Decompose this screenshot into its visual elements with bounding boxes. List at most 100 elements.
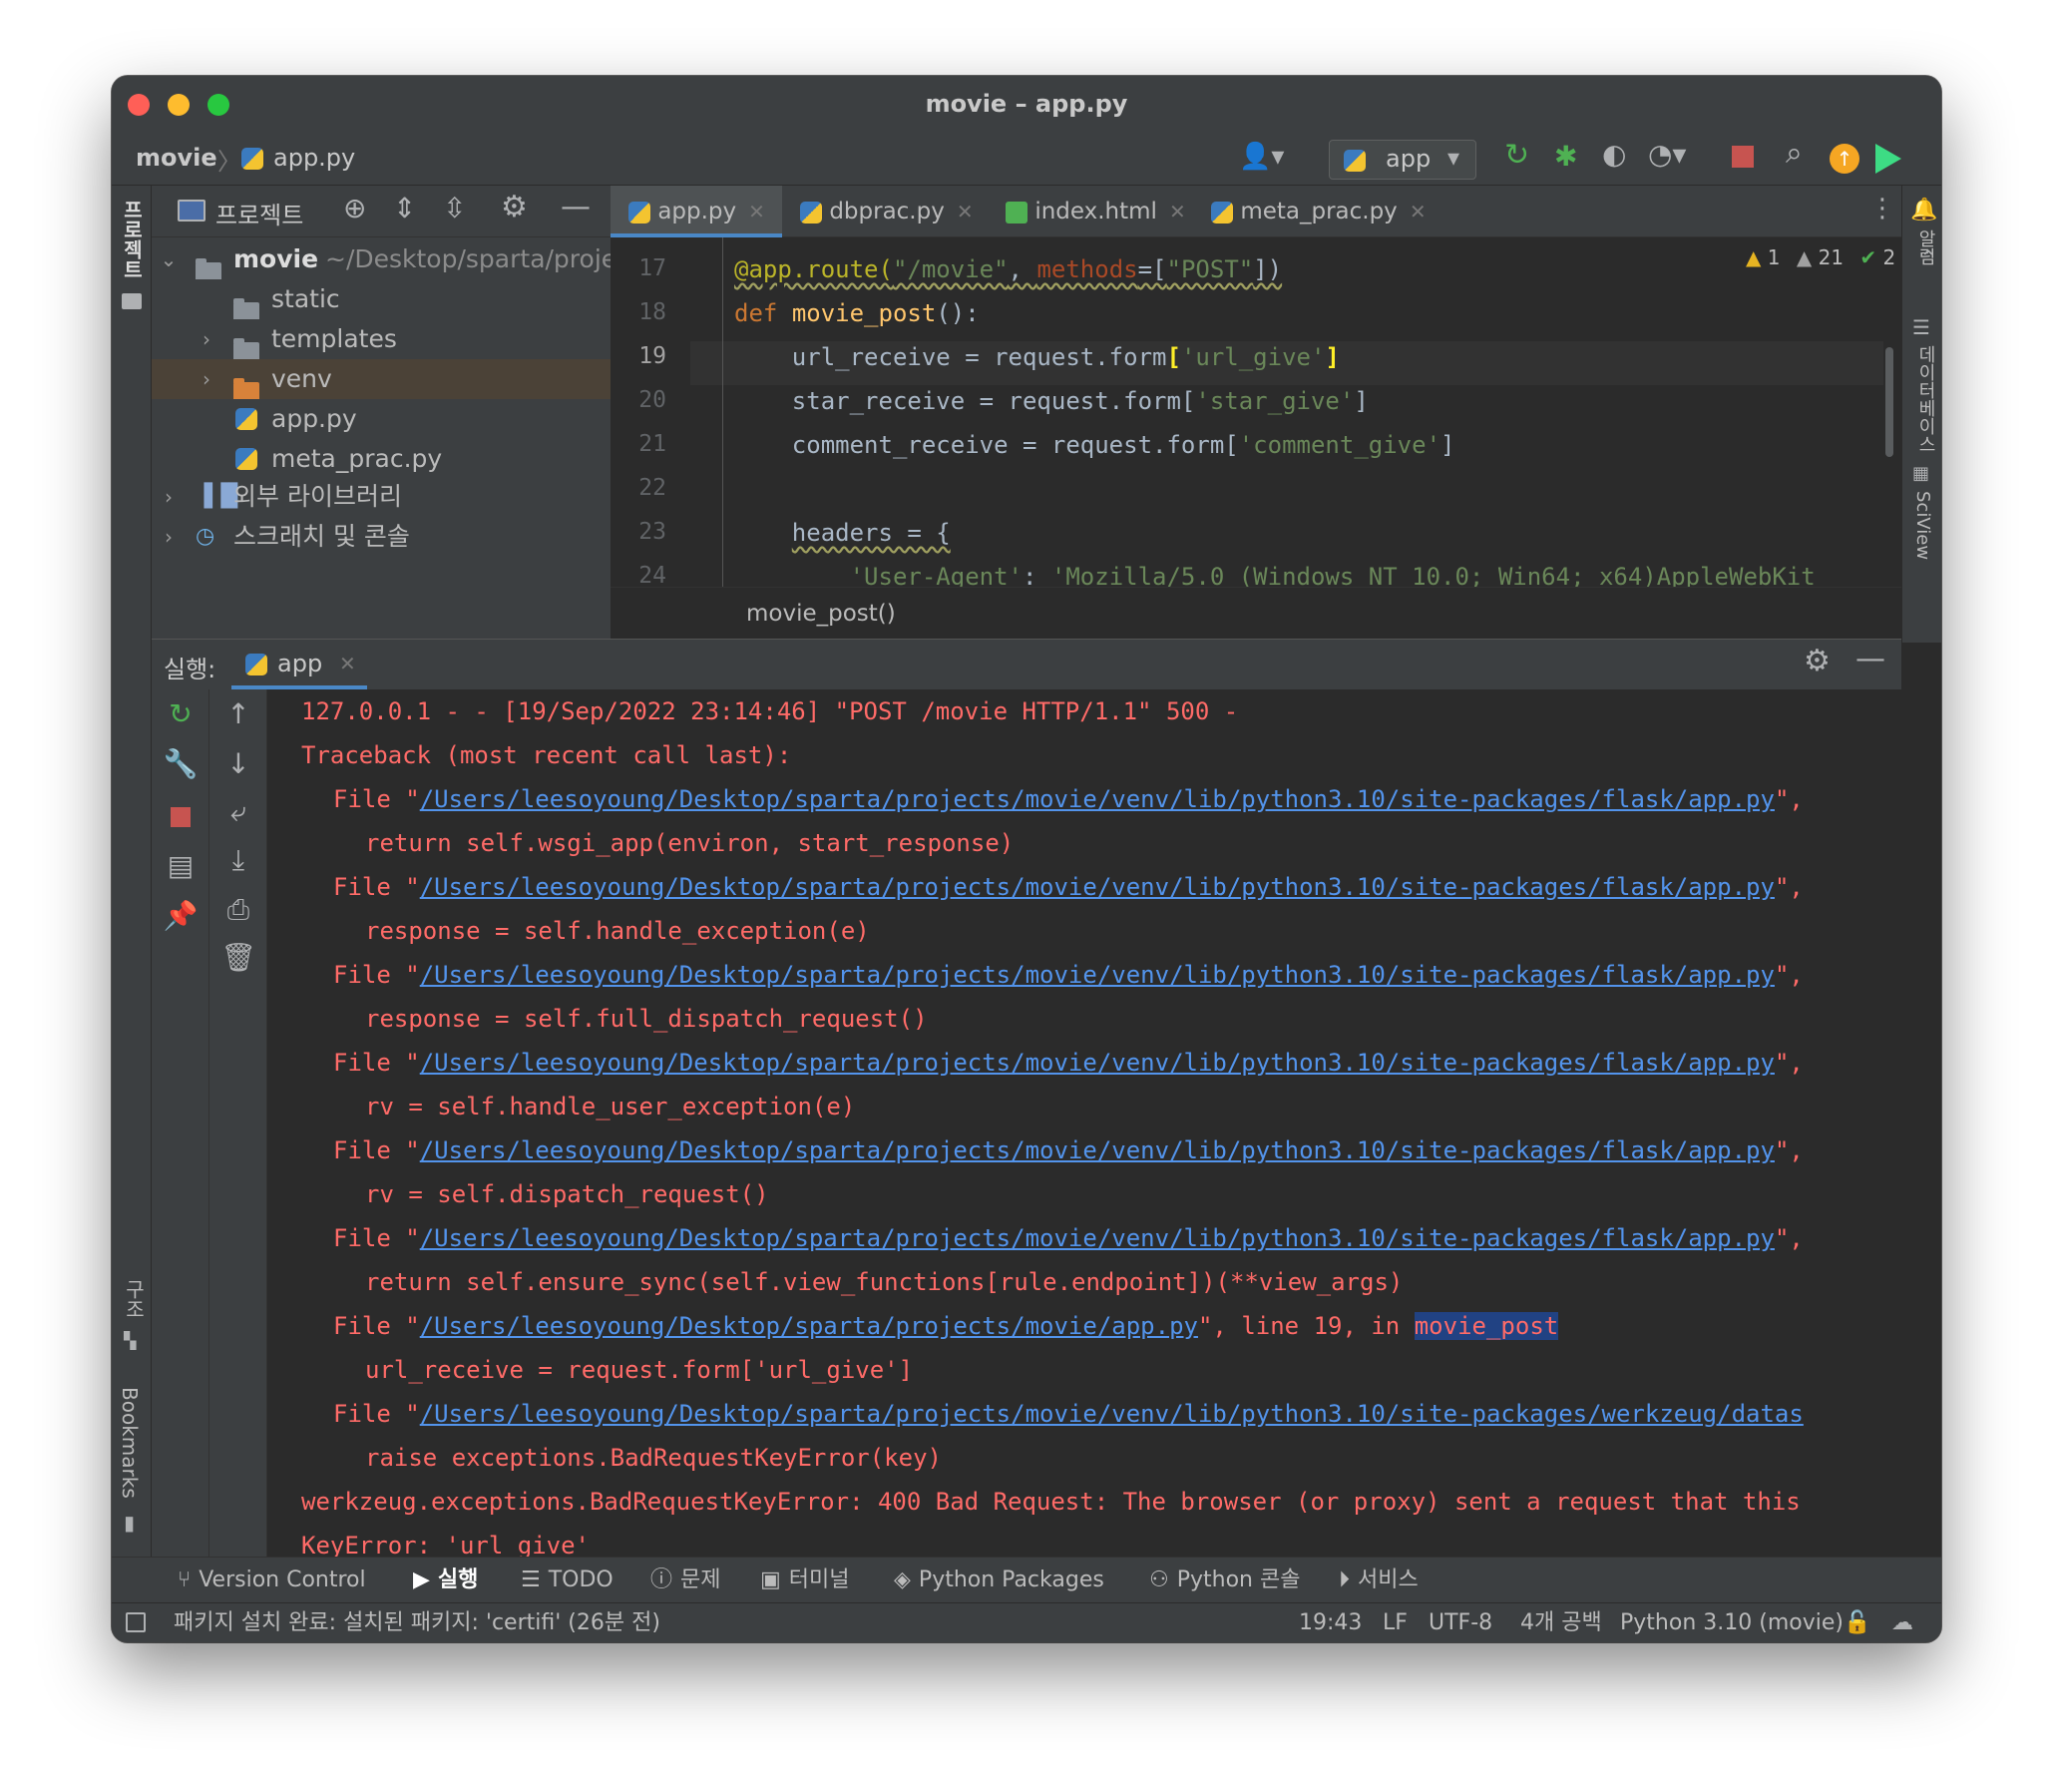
tab-app-py[interactable]: app.py ✕ <box>611 186 782 237</box>
breadcrumb-function[interactable]: movie_post() <box>746 601 896 627</box>
collapse-all-icon[interactable]: ⇳ <box>443 192 466 224</box>
tab-services[interactable]: ⏵ 서비스 <box>1339 1558 1419 1603</box>
file-link[interactable]: /Users/leesoyoung/Desktop/sparta/project… <box>420 1049 1775 1077</box>
search-icon[interactable]: ⌕ <box>1786 136 1803 171</box>
jetbrains-icon[interactable] <box>1875 144 1901 174</box>
arrow-up-icon[interactable]: ↑ <box>209 697 267 730</box>
soft-wrap-icon[interactable]: ⤶ <box>209 795 267 829</box>
debug-icon[interactable]: ✱ <box>1554 140 1577 173</box>
caret-position[interactable]: 19:43 <box>1299 1603 1362 1642</box>
indent-setting[interactable]: 4개 공백 <box>1520 1603 1602 1642</box>
close-tab-icon[interactable]: ✕ <box>748 200 765 224</box>
hide-panel-icon[interactable]: — <box>1855 642 1885 676</box>
hide-panel-icon[interactable]: — <box>561 190 591 224</box>
layout-icon[interactable]: ▤ <box>152 849 209 882</box>
gear-icon[interactable]: ⚙ <box>1804 644 1831 678</box>
minimize-window-button[interactable] <box>168 94 190 116</box>
breadcrumb-project[interactable]: movie <box>136 144 217 172</box>
file-link[interactable]: /Users/leesoyoung/Desktop/sparta/project… <box>420 1224 1775 1252</box>
gear-icon[interactable]: ⚙ <box>501 190 528 224</box>
project-panel-title[interactable]: 프로젝트 <box>215 196 303 230</box>
console-text: File " <box>333 1224 420 1252</box>
zoom-window-button[interactable] <box>207 94 229 116</box>
inspection-widget[interactable]: ▲ 1 ▲ 21 ✔ 2 ⌃ ⌄ <box>1746 245 1941 269</box>
run-config-label: app <box>1386 145 1432 173</box>
file-link[interactable]: /Users/leesoyoung/Desktop/sparta/project… <box>420 961 1775 989</box>
scrollbar-thumb[interactable] <box>1885 347 1893 457</box>
coverage-icon[interactable]: ◐ <box>1602 138 1626 171</box>
tree-item-movie[interactable]: ⌄ movie ~/Desktop/sparta/proje <box>152 239 611 279</box>
stop-icon[interactable] <box>152 801 209 834</box>
sciview-tool-tab[interactable]: SciView <box>1912 491 1933 560</box>
previous-highlight-icon[interactable]: ⌃ <box>1920 245 1937 269</box>
run-tab-app[interactable]: app ✕ <box>231 640 367 689</box>
bell-icon[interactable]: 🔔 <box>1910 198 1937 223</box>
toggle-tool-windows-icon[interactable] <box>126 1612 146 1632</box>
rerun-icon[interactable]: ↻ <box>152 697 209 730</box>
profile-icon[interactable]: ◔▾ <box>1648 138 1687 171</box>
pin-icon[interactable]: 📌 <box>152 899 209 932</box>
breadcrumb-file[interactable]: app.py <box>273 144 355 172</box>
tab-dbprac-py[interactable]: dbprac.py ✕ <box>782 186 974 237</box>
tab-run[interactable]: ▶ 실행 <box>409 1558 482 1603</box>
console-line: File "/Users/leesoyoung/Desktop/sparta/p… <box>333 961 1804 989</box>
close-tab-icon[interactable]: ✕ <box>339 652 356 675</box>
tab-index-html[interactable]: index.html ✕ <box>988 186 1186 237</box>
print-icon[interactable]: ⎙ <box>209 893 267 927</box>
close-tab-icon[interactable]: ✕ <box>1169 200 1186 224</box>
more-tabs-icon[interactable]: ⋮ <box>1869 194 1895 224</box>
python-interpreter[interactable]: Python 3.10 (movie) <box>1620 1603 1844 1642</box>
expand-all-icon[interactable]: ⇕ <box>393 192 416 224</box>
file-link[interactable]: /Users/leesoyoung/Desktop/sparta/project… <box>420 785 1775 813</box>
database-tool-tab[interactable]: 데이터베이스 <box>1912 345 1938 453</box>
folder-icon <box>233 338 259 359</box>
tree-item-meta-prac-py[interactable]: meta_prac.py <box>152 439 611 479</box>
update-icon[interactable]: ↑ <box>1830 144 1859 174</box>
tree-item-scratches[interactable]: › ◷ 스크래치 및 콘솔 <box>152 517 611 557</box>
trash-icon[interactable]: 🗑 <box>209 941 267 974</box>
stop-icon[interactable] <box>1732 146 1754 168</box>
tab-python-packages[interactable]: ◈ Python Packages <box>894 1558 1104 1603</box>
file-link[interactable]: /Users/leesoyoung/Desktop/sparta/project… <box>420 1136 1775 1164</box>
tab-todo[interactable]: ☰ TODO <box>521 1558 614 1603</box>
tree-item-static[interactable]: static <box>152 279 611 319</box>
structure-tool-tab[interactable]: 구조 <box>120 1279 149 1319</box>
tree-item-venv[interactable]: › venv <box>152 359 611 399</box>
file-link[interactable]: /Users/leesoyoung/Desktop/sparta/project… <box>420 873 1775 901</box>
inspector-icon[interactable]: ☁ <box>1891 1603 1913 1642</box>
status-message[interactable]: 패키지 설치 완료: 설치된 패키지: 'certifi' (26분 전) <box>174 1603 660 1642</box>
close-tab-icon[interactable]: ✕ <box>1410 200 1427 224</box>
tree-item-app-py[interactable]: app.py <box>152 399 611 439</box>
tree-item-templates[interactable]: › templates <box>152 319 611 359</box>
close-window-button[interactable] <box>128 94 150 116</box>
console-output[interactable]: 127.0.0.1 - - [19/Sep/2022 23:14:46] "PO… <box>267 689 1901 1558</box>
console-line: File "/Users/leesoyoung/Desktop/sparta/p… <box>333 1312 1559 1340</box>
file-encoding[interactable]: UTF-8 <box>1429 1603 1492 1642</box>
tab-problems[interactable]: ⓘ 문제 <box>650 1558 721 1603</box>
file-link[interactable]: /Users/leesoyoung/Desktop/sparta/project… <box>420 1312 1198 1340</box>
close-tab-icon[interactable]: ✕ <box>957 200 974 224</box>
run-config-select[interactable]: app ▾ <box>1329 140 1476 180</box>
editor-scrollbar[interactable] <box>1883 237 1901 587</box>
rerun-icon[interactable]: ↻ <box>1504 138 1529 173</box>
project-tool-tab[interactable]: 프로젝트 <box>118 200 147 279</box>
line-separator[interactable]: LF <box>1383 1603 1408 1642</box>
lock-icon[interactable]: 🔓 <box>1844 1603 1870 1642</box>
tree-label: meta_prac.py <box>271 444 443 473</box>
user-icon[interactable]: 👤▾ <box>1239 142 1284 172</box>
code-line: comment_receive = request.form['comment_… <box>734 431 1455 459</box>
tab-version-control[interactable]: ⑂ Version Control <box>178 1558 366 1603</box>
wrench-icon[interactable]: 🔧 <box>152 747 209 780</box>
bookmarks-tool-tab[interactable]: Bookmarks <box>118 1387 142 1499</box>
locate-icon[interactable]: ⊕ <box>343 192 366 224</box>
tree-item-external-libraries[interactable]: › ▐▐▌ 외부 라이브러리 <box>152 477 611 517</box>
arrow-down-icon[interactable]: ↓ <box>209 747 267 780</box>
console-line: File "/Users/leesoyoung/Desktop/sparta/p… <box>333 785 1804 813</box>
code-area[interactable]: @app.route("/movie", methods=["POST"]) d… <box>611 237 1883 587</box>
tab-terminal[interactable]: ▣ 터미널 <box>760 1558 850 1603</box>
file-link[interactable]: /Users/leesoyoung/Desktop/sparta/project… <box>420 1400 1804 1428</box>
scroll-to-end-icon[interactable]: ⤓ <box>209 843 267 877</box>
tab-meta-prac-py[interactable]: meta_prac.py ✕ <box>1193 186 1427 237</box>
editor-breadcrumb[interactable]: movie_post() <box>611 587 1901 639</box>
tab-python-console[interactable]: ⚇ Python 콘솔 <box>1149 1558 1300 1603</box>
